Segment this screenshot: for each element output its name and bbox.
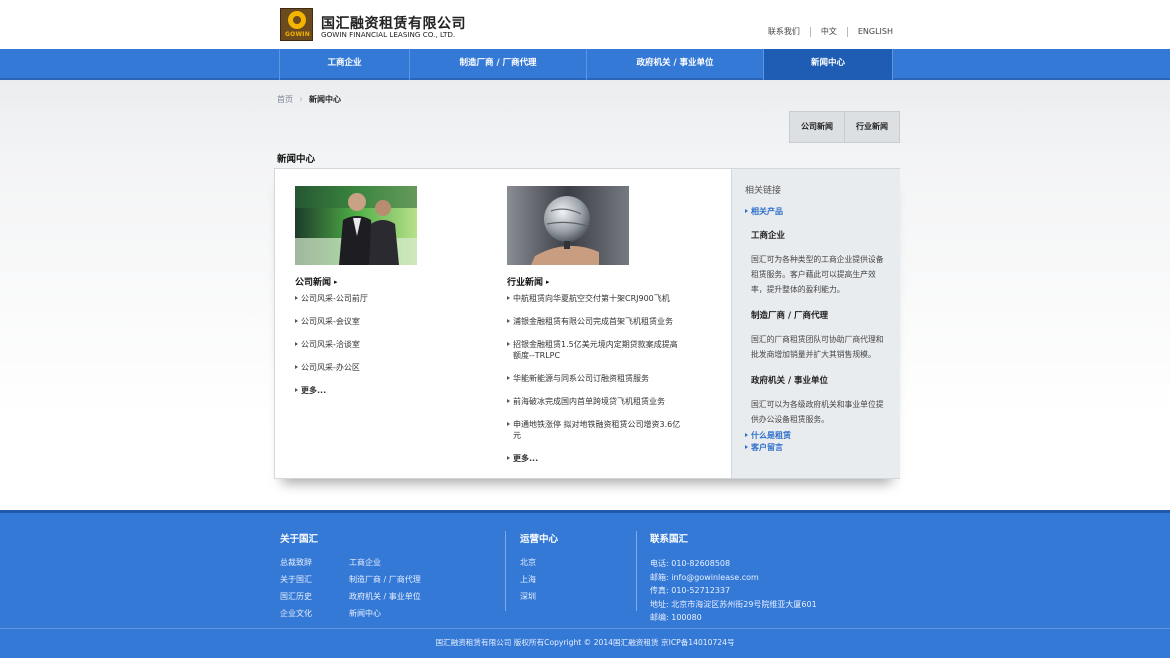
nav-item-news[interactable]: 新闻中心 <box>763 49 893 80</box>
tab-company-news[interactable]: 公司新闻 <box>790 112 844 142</box>
company-news-list: 公司风采-公司前厅 公司风采-会议室 公司风采-洽谈室 公司风采-办公区 更多.… <box>295 293 485 396</box>
list-item[interactable]: 招银金融租赁1.5亿美元境内定期贷款案成提高额度--TRLPC <box>507 339 685 361</box>
footer-ops: 运营中心 北京 上海 深圳 <box>520 531 558 602</box>
nav-item-business[interactable]: 工商企业 <box>279 49 409 80</box>
sidebar-title: 相关链接 <box>745 186 782 196</box>
nav-item-manufacturer[interactable]: 制造厂商 / 厂商代理 <box>409 49 586 80</box>
caret-right-icon: ▸ <box>546 277 550 286</box>
divider <box>846 26 848 37</box>
footer: 关于国汇 总裁致辞 工商企业 关于国汇 制造厂商 / 厂商代理 国汇历史 政府机… <box>0 510 1170 628</box>
sidebar-heading-manufacturer[interactable]: 制造厂商 / 厂商代理 <box>751 309 888 321</box>
company-news-heading[interactable]: 公司新闻 ▸ <box>295 275 485 289</box>
footer-contact: 联系国汇 电话: 010-82608508 邮箱: info@gowinleas… <box>650 531 817 625</box>
contact-phone: 电话: 010-82608508 <box>650 559 731 568</box>
company-news-more-link[interactable]: 更多... <box>295 385 485 396</box>
list-item[interactable]: 公司风采-洽谈室 <box>295 339 485 350</box>
caret-right-icon: ▸ <box>334 277 338 286</box>
sidebar-heading-government[interactable]: 政府机关 / 事业单位 <box>751 374 888 386</box>
copyright-bar: 国汇融资租赁有限公司 版权所有Copyright © 2014国汇融资租赁 京I… <box>0 628 1170 658</box>
logo-g-icon <box>288 11 306 29</box>
list-item[interactable]: 公司风采-公司前厅 <box>295 293 485 304</box>
footer-ops-heading: 运营中心 <box>520 534 559 545</box>
top-bar: GOWIN 国汇融资租赁有限公司 GOWIN FINANCIAL LEASING… <box>0 0 1170 49</box>
list-item[interactable]: 前海破冰完成国内首单跨境贷飞机租赁业务 <box>507 396 685 407</box>
brand-name-en: GOWIN FINANCIAL LEASING CO., LTD. <box>321 30 456 39</box>
list-item[interactable]: 中航租赁向华夏航空交付第十架CRJ900飞机 <box>507 293 685 304</box>
contact-address: 地址: 北京市海淀区苏州街29号院维亚大厦601 <box>650 599 817 609</box>
customer-message-link[interactable]: 客户留言 <box>745 443 888 453</box>
logo-word: GOWIN <box>285 31 310 38</box>
chevron-right-icon: › <box>299 94 303 105</box>
breadcrumb: 首页 › 新闻中心 <box>277 94 341 105</box>
industry-news-column: 行业新闻 ▸ 中航租赁向华夏航空交付第十架CRJ900飞机 浦银金融租赁有限公司… <box>507 186 685 476</box>
footer-city-link[interactable]: 上海 <box>520 574 558 585</box>
main-nav: 工商企业 制造厂商 / 厂商代理 政府机关 / 事业单位 新闻中心 <box>0 49 1170 80</box>
sidebar-heading-business[interactable]: 工商企业 <box>751 229 888 241</box>
footer-link[interactable]: 关于国汇 <box>280 574 349 585</box>
footer-link[interactable]: 政府机关 / 事业单位 <box>349 591 439 602</box>
footer-about: 关于国汇 总裁致辞 工商企业 关于国汇 制造厂商 / 厂商代理 国汇历史 政府机… <box>280 531 439 619</box>
list-item[interactable]: 申通地铁涨停 拟对地铁融资租赁公司增资3.6亿元 <box>507 419 685 441</box>
list-item[interactable]: 华能新能源与同系公司订融资租赁服务 <box>507 373 685 384</box>
sidebar-text-government: 国汇可以为各级政府机关和事业单位提供办公设备租赁服务。 <box>751 400 884 424</box>
english-lang-link[interactable]: ENGLISH <box>858 27 893 36</box>
news-panel: 公司新闻 ▸ 公司风采-公司前厅 公司风采-会议室 公司风采-洽谈室 公司风采-… <box>274 168 900 479</box>
footer-link[interactable]: 国汇历史 <box>280 591 349 602</box>
chinese-lang-link[interactable]: 中文 <box>821 26 837 37</box>
industry-news-heading[interactable]: 行业新闻 ▸ <box>507 275 685 289</box>
sidebar-text-business: 国汇可为各种类型的工商企业提供设备租赁服务。客户藉此可以提高生产效率，提升整体的… <box>751 255 884 294</box>
sidebar-text-manufacturer: 国汇的厂商租赁团队可协助厂商代理和批发商增加销量并扩大其销售规模。 <box>751 335 884 359</box>
company-news-column: 公司新闻 ▸ 公司风采-公司前厅 公司风采-会议室 公司风采-洽谈室 公司风采-… <box>295 186 485 408</box>
footer-contact-heading: 联系国汇 <box>650 534 689 545</box>
industry-news-image[interactable] <box>507 186 629 265</box>
breadcrumb-current: 新闻中心 <box>309 95 341 104</box>
footer-city-link[interactable]: 北京 <box>520 557 558 568</box>
top-links: 联系我们 中文 ENGLISH <box>768 26 893 37</box>
breadcrumb-home[interactable]: 首页 <box>277 94 293 105</box>
page-title: 新闻中心 <box>277 154 316 165</box>
list-item[interactable]: 浦银金融租赁有限公司完成首架飞机租赁业务 <box>507 316 685 327</box>
industry-news-heading-label: 行业新闻 <box>507 278 544 288</box>
footer-link[interactable]: 工商企业 <box>349 557 439 568</box>
company-news-heading-label: 公司新闻 <box>295 278 332 288</box>
footer-city-link[interactable]: 深圳 <box>520 591 558 602</box>
logo[interactable]: GOWIN <box>280 8 313 41</box>
footer-about-heading: 关于国汇 <box>280 534 319 545</box>
list-item[interactable]: 公司风采-办公区 <box>295 362 485 373</box>
what-is-leasing-link[interactable]: 什么是租赁 <box>745 431 888 441</box>
footer-link[interactable]: 总裁致辞 <box>280 557 349 568</box>
footer-link[interactable]: 新闻中心 <box>349 608 439 619</box>
footer-divider <box>636 531 637 611</box>
industry-news-list: 中航租赁向华夏航空交付第十架CRJ900飞机 浦银金融租赁有限公司完成首架飞机租… <box>507 293 685 464</box>
footer-link[interactable]: 制造厂商 / 厂商代理 <box>349 574 439 585</box>
contact-us-link[interactable]: 联系我们 <box>768 26 800 37</box>
contact-email[interactable]: 邮箱: info@gowinlease.com <box>650 571 817 585</box>
contact-postcode: 邮编: 100080 <box>650 613 702 622</box>
company-news-image[interactable] <box>295 186 417 265</box>
footer-divider <box>505 531 506 611</box>
related-products-link[interactable]: 相关产品 <box>745 207 888 217</box>
list-item[interactable]: 公司风采-会议室 <box>295 316 485 327</box>
nav-item-government[interactable]: 政府机关 / 事业单位 <box>586 49 763 80</box>
contact-fax: 传真: 010-52712337 <box>650 586 731 595</box>
industry-news-more-link[interactable]: 更多... <box>507 453 685 464</box>
related-links-sidebar: 相关链接 相关产品 工商企业 国汇可为各种类型的工商企业提供设备租赁服务。客户藉… <box>731 169 900 478</box>
tab-industry-news[interactable]: 行业新闻 <box>844 112 899 142</box>
divider <box>809 26 811 37</box>
news-subtabs: 公司新闻 行业新闻 <box>789 111 900 143</box>
footer-link[interactable]: 企业文化 <box>280 608 349 619</box>
